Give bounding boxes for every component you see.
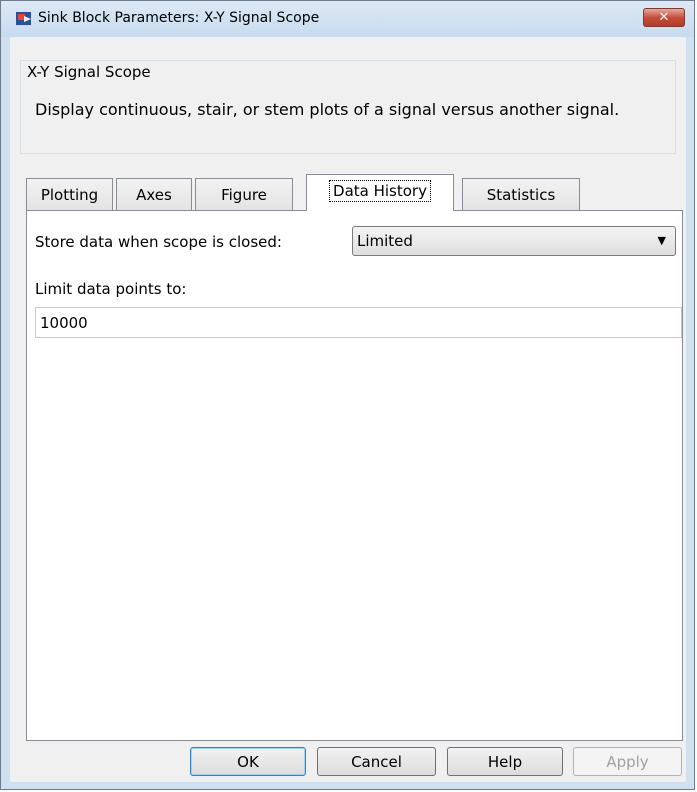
tab-axes[interactable]: Axes xyxy=(116,178,192,211)
dialog-window: Sink Block Parameters: X-Y Signal Scope … xyxy=(0,0,695,790)
store-data-value: Limited xyxy=(357,232,413,250)
help-button[interactable]: Help xyxy=(447,747,563,776)
tab-data-history[interactable]: Data History xyxy=(306,174,454,211)
close-icon: ✕ xyxy=(658,10,670,25)
limit-data-points-label: Limit data points to: xyxy=(35,280,187,298)
apply-button[interactable]: Apply xyxy=(573,747,682,776)
limit-data-points-input[interactable] xyxy=(35,307,682,338)
tab-plotting[interactable]: Plotting xyxy=(26,178,113,211)
simulink-block-icon xyxy=(16,12,31,25)
store-data-label: Store data when scope is closed: xyxy=(35,233,282,251)
window-title: Sink Block Parameters: X-Y Signal Scope xyxy=(38,10,320,26)
tab-label: Figure xyxy=(221,186,267,204)
cancel-button[interactable]: Cancel xyxy=(317,747,436,776)
title-bar[interactable]: Sink Block Parameters: X-Y Signal Scope … xyxy=(1,1,694,37)
block-description: Display continuous, stair, or stem plots… xyxy=(35,100,620,119)
tab-label: Axes xyxy=(136,186,172,204)
data-history-panel: Store data when scope is closed: Limited… xyxy=(26,210,683,741)
tab-label: Plotting xyxy=(40,186,99,204)
tab-figure[interactable]: Figure xyxy=(195,178,293,211)
ok-button[interactable]: OK xyxy=(190,747,306,776)
block-name: X-Y Signal Scope xyxy=(25,63,153,81)
tab-statistics[interactable]: Statistics xyxy=(462,178,580,211)
close-button[interactable]: ✕ xyxy=(643,8,685,27)
chevron-down-icon: ▼ xyxy=(657,234,666,247)
store-data-dropdown[interactable]: Limited ▼ xyxy=(352,226,676,256)
tab-label: Data History xyxy=(329,180,431,202)
dialog-body: X-Y Signal Scope Display continuous, sta… xyxy=(10,37,686,782)
tab-label: Statistics xyxy=(486,186,556,204)
